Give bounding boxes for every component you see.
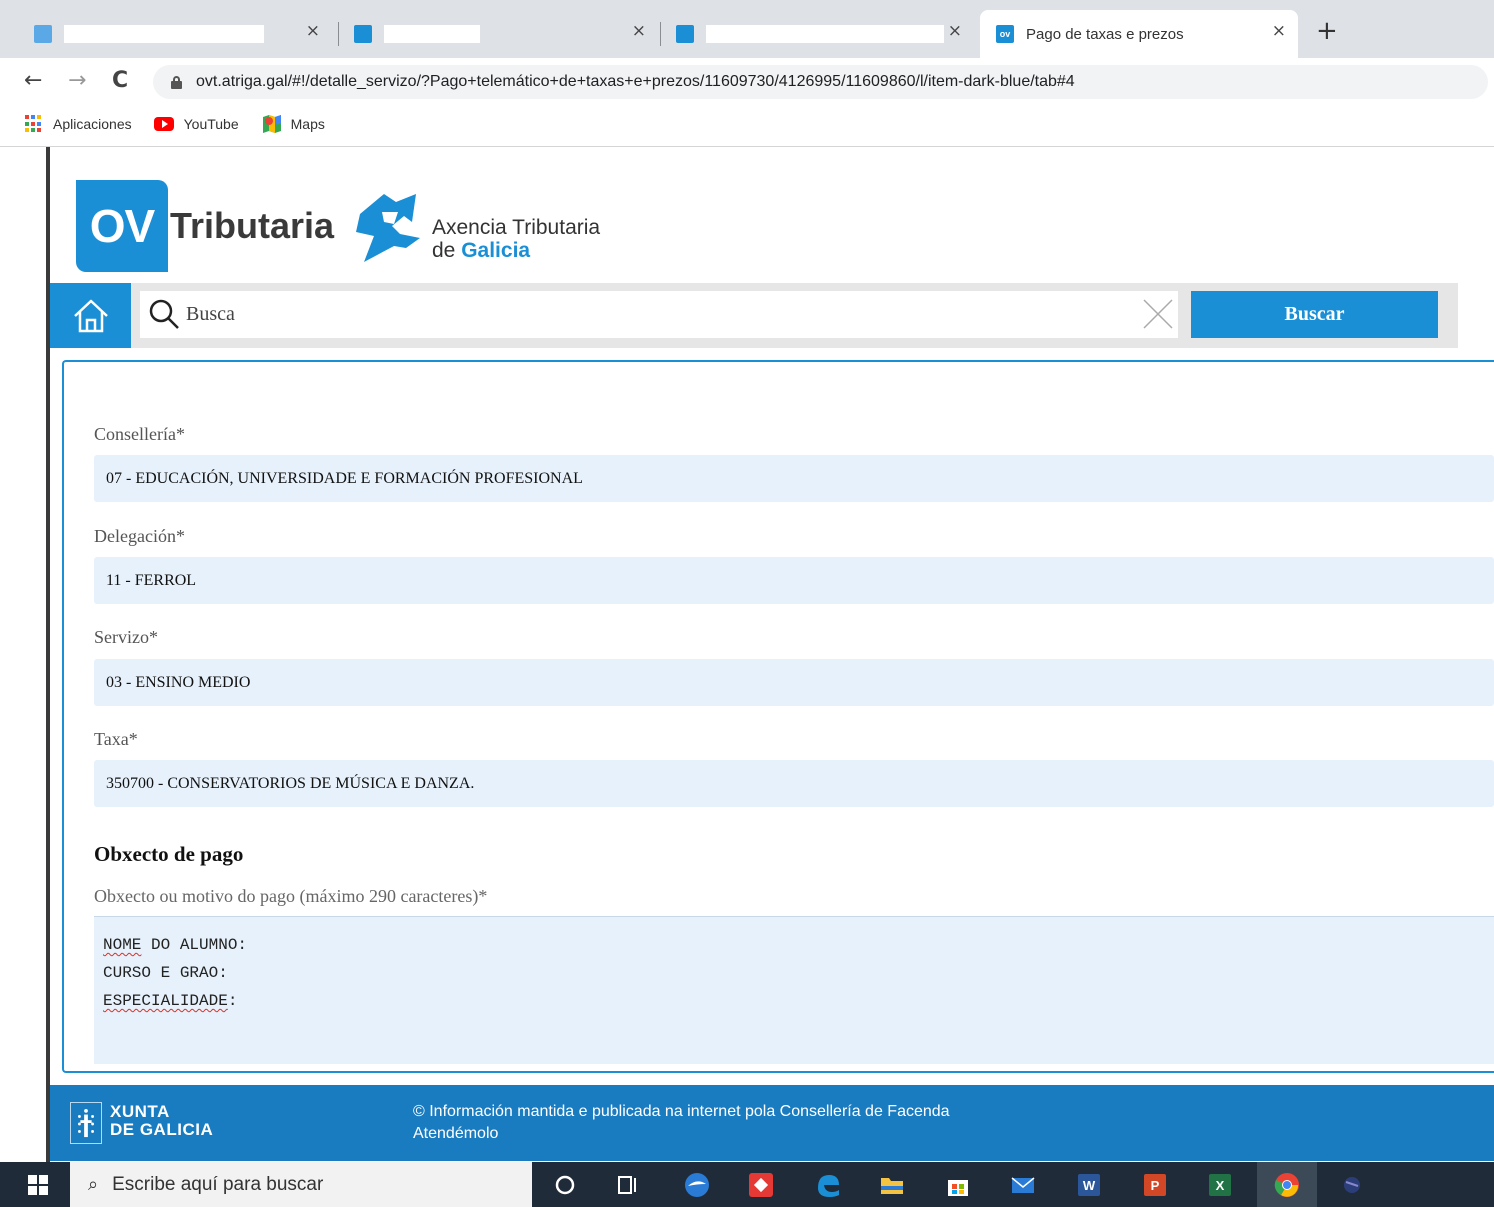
delegacion-select[interactable]: 11 - FERROL [94, 557, 1494, 604]
search-button[interactable]: Buscar [1191, 291, 1438, 338]
edge-icon[interactable] [815, 1172, 841, 1198]
tab-favicon-icon [354, 25, 372, 43]
ov-logo-wordmark: Tributaria [170, 205, 335, 246]
tab-separator [338, 22, 339, 46]
delegacion-label: Delegación* [94, 526, 185, 546]
bookmark-label: YouTube [183, 116, 239, 132]
taxa-select[interactable]: 350700 - CONSERVATORIOS DE MÚSICA E DANZ… [94, 760, 1494, 807]
tab-title: Pago de taxas e prezos [1026, 25, 1184, 43]
chrome-icon[interactable] [1274, 1172, 1300, 1198]
browser-tab-3[interactable]: × [662, 10, 974, 58]
conselleria-select[interactable]: 07 - EDUCACIÓN, UNIVERSIDADE E FORMACIÓN… [94, 455, 1494, 502]
anydesk-icon[interactable] [748, 1172, 774, 1198]
bookmark-apps[interactable]: Aplicaciones [25, 115, 132, 133]
taxa-label: Taxa* [94, 729, 138, 749]
svg-text:W: W [1083, 1178, 1096, 1193]
lock-icon [171, 75, 182, 89]
clear-search-icon[interactable] [1142, 298, 1174, 330]
tab-title-redacted [384, 25, 480, 43]
tab-favicon-icon [34, 25, 52, 43]
spellcheck-word: ESPECIALIDADE [103, 992, 228, 1010]
payment-reason-label: Obxecto ou motivo do pago (máximo 290 ca… [94, 886, 488, 906]
svg-text:P: P [1151, 1178, 1160, 1193]
servizo-select[interactable]: 03 - ENSINO MEDIO [94, 659, 1494, 706]
footer-atendemolo-link[interactable]: Atendémolo [413, 1125, 498, 1143]
microsoft-store-icon[interactable] [945, 1172, 971, 1198]
browser-tab-strip: × × × ov Pago de taxas e prezos × + [0, 0, 1494, 58]
url-text: ovt.atriga.gal/#!/detalle_servizo/?Pago+… [196, 73, 1075, 90]
address-bar[interactable]: ovt.atriga.gal/#!/detalle_servizo/?Pago+… [153, 65, 1488, 99]
powerpoint-icon[interactable]: P [1142, 1172, 1168, 1198]
ov-favicon-icon: ov [996, 25, 1014, 43]
apps-grid-icon [25, 115, 43, 133]
home-button[interactable] [50, 283, 131, 348]
textarea-line-text: DO ALUMNO: [141, 936, 248, 954]
payment-reason-textarea[interactable]: NOME DO ALUMNO: CURSO E GRAO: ESPECIALID… [94, 916, 1494, 1064]
maps-icon [261, 115, 281, 133]
word-icon[interactable]: W [1076, 1172, 1102, 1198]
textarea-line: ESPECIALIDADE: [103, 987, 1485, 1015]
textarea-line: CURSO E GRAO: [103, 959, 1485, 987]
bookmark-maps[interactable]: Maps [261, 115, 325, 133]
browser-tab-1[interactable]: × [20, 10, 332, 58]
close-tab-icon[interactable]: × [1272, 21, 1286, 41]
windows-start-icon[interactable] [28, 1175, 48, 1195]
agency-name-prefix: de [432, 239, 462, 262]
taskbar-search[interactable]: ⌕ [70, 1162, 532, 1207]
tab-title-redacted [64, 25, 264, 43]
ov-logo[interactable]: OV [76, 180, 168, 272]
excel-icon[interactable]: X [1207, 1172, 1233, 1198]
search-input[interactable] [186, 299, 1126, 329]
home-icon [73, 299, 108, 332]
youtube-icon [153, 117, 174, 131]
xunta-logo-line1: XUNTA [110, 1102, 170, 1121]
bookmark-label: Maps [290, 116, 325, 132]
tab-title-redacted [706, 25, 944, 43]
cortana-icon[interactable] [552, 1172, 578, 1198]
reload-icon[interactable]: C [112, 68, 128, 93]
browser-tab-2[interactable]: × [340, 10, 658, 58]
textarea-line-text: CURSO E GRAO: [103, 964, 228, 982]
axencia-tributaria-emblem-icon [356, 194, 420, 262]
taskbar-search-icon: ⌕ [88, 1174, 99, 1195]
thunderbird-icon[interactable] [684, 1172, 710, 1198]
tab-favicon-icon [676, 25, 694, 43]
svg-text:X: X [1216, 1178, 1225, 1193]
browser-toolbar: ← → C ovt.atriga.gal/#!/detalle_servizo/… [0, 58, 1494, 106]
agency-name-line2: de Galicia [432, 239, 530, 263]
app-tray-icon[interactable] [1340, 1172, 1366, 1198]
chrome-divider [0, 146, 1494, 147]
tab-separator [660, 22, 661, 46]
bookmarks-bar: Aplicaciones YouTube Maps [0, 106, 1494, 142]
new-tab-button[interactable]: + [1316, 18, 1338, 44]
back-arrow-icon[interactable]: ← [24, 68, 42, 93]
textarea-line: NOME DO ALUMNO: [103, 931, 1485, 959]
close-tab-icon[interactable]: × [632, 21, 646, 41]
bookmark-youtube[interactable]: YouTube [153, 116, 239, 132]
close-tab-icon[interactable]: × [306, 21, 320, 41]
bookmark-label: Aplicaciones [53, 116, 132, 132]
taskbar-search-input[interactable] [112, 1173, 493, 1196]
close-tab-icon[interactable]: × [948, 21, 962, 41]
search-icon [149, 299, 179, 329]
file-explorer-icon[interactable] [879, 1172, 905, 1198]
spellcheck-word: NOME [103, 936, 142, 954]
task-view-icon[interactable] [615, 1172, 641, 1198]
conselleria-label: Consellería* [94, 424, 185, 444]
xunta-emblem-icon [70, 1102, 102, 1144]
agency-name-galicia: Galicia [461, 239, 531, 262]
footer-copyright: © Información mantida e publicada na int… [413, 1103, 950, 1120]
forward-arrow-icon[interactable]: → [68, 68, 86, 93]
xunta-logo-line2: DE GALICIA [110, 1120, 214, 1139]
browser-tab-active[interactable]: ov Pago de taxas e prezos × [980, 10, 1298, 58]
textarea-line-text: : [227, 992, 238, 1010]
site-footer [50, 1085, 1494, 1161]
agency-name-line1: Axencia Tributaria [432, 216, 601, 239]
servizo-label: Servizo* [94, 627, 158, 647]
mail-icon[interactable] [1010, 1172, 1036, 1198]
section-title: Obxecto de pago [94, 842, 244, 866]
